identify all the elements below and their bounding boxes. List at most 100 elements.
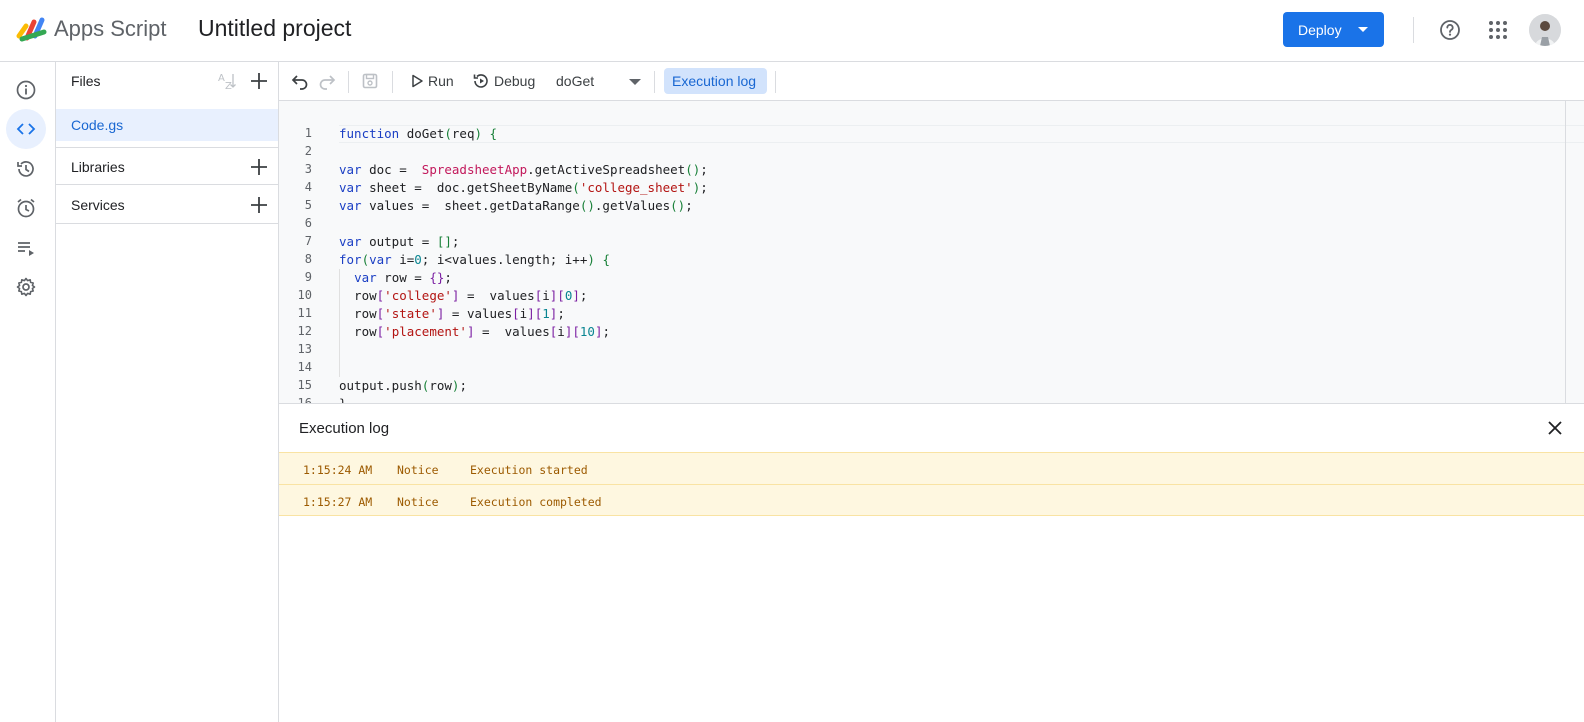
code-line[interactable]: 8 for(var i=0; i<values.length; i++) { xyxy=(279,251,1584,269)
code-text: var values = sheet.getDataRange().getVal… xyxy=(339,198,693,213)
redo-icon[interactable] xyxy=(318,72,336,90)
code-text: row['college'] = values[i][0]; xyxy=(339,288,588,303)
log-level: Notice xyxy=(397,495,439,509)
undo-icon[interactable] xyxy=(291,72,309,90)
code-line[interactable]: 2 xyxy=(279,143,1584,161)
line-number: 4 xyxy=(304,180,312,194)
overview-icon[interactable] xyxy=(6,70,46,110)
line-number: 16 xyxy=(297,396,312,403)
execution-log-label: Execution log xyxy=(672,73,757,89)
code-line[interactable]: 5 var values = sheet.getDataRange().getV… xyxy=(279,197,1584,215)
top-bar: Apps Script Untitled project Deploy xyxy=(0,0,1584,62)
file-item-code-gs[interactable]: Code.gs xyxy=(56,109,278,141)
triggers-icon[interactable] xyxy=(6,188,46,228)
line-number: 6 xyxy=(304,216,312,230)
line-number: 1 xyxy=(304,126,312,140)
log-message: Execution completed xyxy=(470,495,602,509)
toolbar-separator xyxy=(348,71,349,93)
code-text: var doc = SpreadsheetApp.getActiveSpread… xyxy=(339,162,708,177)
executions-icon[interactable] xyxy=(6,228,46,268)
code-line[interactable]: 15 output.push(row); xyxy=(279,377,1584,395)
run-button[interactable]: Run xyxy=(428,73,454,89)
chevron-down-icon[interactable] xyxy=(1358,27,1368,32)
apps-grid-icon[interactable] xyxy=(1488,20,1508,40)
code-editor[interactable]: 1 function doGet(req) { 2 3 var doc = Sp… xyxy=(279,101,1584,403)
log-entry: 1:15:24 AM Notice Execution started xyxy=(279,452,1584,484)
line-number: 7 xyxy=(304,234,312,248)
editor-scrollbar[interactable] xyxy=(1565,101,1566,403)
code-text: output.push(row); xyxy=(339,378,467,393)
help-icon[interactable] xyxy=(1439,19,1461,41)
line-number: 3 xyxy=(304,162,312,176)
code-line[interactable]: 7 var output = []; xyxy=(279,233,1584,251)
line-number: 9 xyxy=(304,270,312,284)
code-line[interactable]: 11 row['state'] = values[i][1]; xyxy=(279,305,1584,323)
line-number: 8 xyxy=(304,252,312,266)
divider xyxy=(1413,17,1414,43)
code-line[interactable]: 10 row['college'] = values[i][0]; xyxy=(279,287,1584,305)
add-file-icon[interactable] xyxy=(249,71,269,91)
function-select[interactable]: doGet xyxy=(556,73,594,89)
code-text: var sheet = doc.getSheetByName('college_… xyxy=(339,180,708,195)
triggers-history-icon[interactable] xyxy=(6,149,46,189)
files-label: Files xyxy=(71,73,101,89)
code-line[interactable]: 13 xyxy=(279,341,1584,359)
add-library-icon[interactable] xyxy=(249,157,269,177)
line-number: 11 xyxy=(297,306,312,320)
services-label: Services xyxy=(71,197,125,213)
line-number: 10 xyxy=(297,288,312,302)
chevron-down-icon[interactable] xyxy=(629,79,641,85)
log-message: Execution started xyxy=(470,463,588,477)
log-time: 1:15:24 AM xyxy=(303,463,373,477)
files-panel: Files A Z Code.gs Libraries Services xyxy=(56,62,279,722)
line-number: 12 xyxy=(297,324,312,338)
execution-log-panel: Execution log 1:15:24 AM Notice Executio… xyxy=(279,403,1584,722)
project-title[interactable]: Untitled project xyxy=(198,15,351,42)
file-name: Code.gs xyxy=(71,117,124,133)
close-icon[interactable] xyxy=(1547,420,1563,436)
toolbar-separator xyxy=(392,71,393,93)
debug-icon[interactable] xyxy=(472,72,490,90)
code-text: function doGet(req) { xyxy=(339,126,498,141)
add-service-icon[interactable] xyxy=(249,195,269,215)
log-entry: 1:15:27 AM Notice Execution completed xyxy=(279,484,1584,516)
services-row: Services xyxy=(56,186,279,224)
run-icon[interactable] xyxy=(408,72,426,90)
code-line[interactable]: 6 xyxy=(279,215,1584,233)
left-rail xyxy=(0,62,56,722)
code-line[interactable]: 12 row['placement'] = values[i][10]; xyxy=(279,323,1584,341)
settings-icon[interactable] xyxy=(6,267,46,307)
code-text: var output = []; xyxy=(339,234,460,249)
code-text: for(var i=0; i<values.length; i++) { xyxy=(339,252,610,267)
toolbar-separator xyxy=(654,71,655,93)
app-name[interactable]: Apps Script xyxy=(54,16,167,42)
code-line[interactable]: 16 } xyxy=(279,395,1584,403)
editor-toolbar: Run Debug doGet Execution log xyxy=(279,62,1584,101)
code-line[interactable]: 4 var sheet = doc.getSheetByName('colleg… xyxy=(279,179,1584,197)
debug-button[interactable]: Debug xyxy=(494,73,535,89)
svg-text:Z: Z xyxy=(225,81,232,92)
editor-icon[interactable] xyxy=(6,109,46,149)
code-line[interactable]: 3 var doc = SpreadsheetApp.getActiveSpre… xyxy=(279,161,1584,179)
log-level: Notice xyxy=(397,463,439,477)
deploy-label: Deploy xyxy=(1298,22,1342,38)
code-text: } xyxy=(339,396,347,403)
apps-script-logo[interactable] xyxy=(16,14,50,44)
code-line[interactable]: 9 var row = {}; xyxy=(279,269,1584,287)
line-number: 15 xyxy=(297,378,312,392)
line-number: 13 xyxy=(297,342,312,356)
save-icon[interactable] xyxy=(361,72,379,90)
toolbar-separator xyxy=(775,71,776,93)
line-number: 5 xyxy=(304,198,312,212)
line-number: 14 xyxy=(297,360,312,374)
code-line[interactable]: 14 xyxy=(279,359,1584,377)
execution-log-button[interactable]: Execution log xyxy=(664,68,767,94)
code-text: row['state'] = values[i][1]; xyxy=(339,306,565,321)
code-line[interactable]: 1 function doGet(req) { xyxy=(279,125,1584,143)
line-number: 2 xyxy=(304,144,312,158)
svg-text:A: A xyxy=(218,73,225,84)
deploy-button[interactable]: Deploy xyxy=(1283,12,1384,47)
code-text: row['placement'] = values[i][10]; xyxy=(339,324,611,339)
sort-az-icon[interactable]: A Z xyxy=(216,70,238,92)
avatar[interactable] xyxy=(1529,14,1561,46)
